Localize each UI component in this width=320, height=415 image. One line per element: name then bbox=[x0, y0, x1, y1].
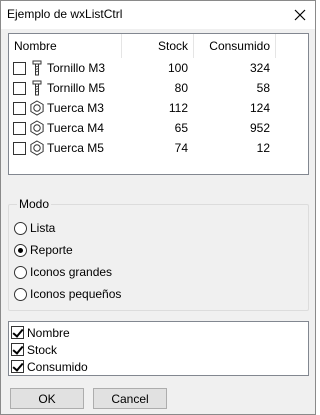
list-item-consumido[interactable]: Consumido bbox=[9, 358, 308, 375]
row-checkbox[interactable] bbox=[13, 122, 26, 135]
checkbox-label: Nombre bbox=[27, 326, 70, 340]
row-consumed: 124 bbox=[249, 101, 270, 115]
row-checkbox[interactable] bbox=[13, 62, 26, 75]
row-consumed: 324 bbox=[249, 61, 270, 75]
column-header-stock[interactable]: Stock bbox=[122, 34, 194, 58]
title-bar[interactable]: Ejemplo de wxListCtrl bbox=[1, 1, 315, 29]
list-item-nombre[interactable]: Nombre bbox=[9, 324, 308, 341]
list-item-stock[interactable]: Stock bbox=[9, 341, 308, 358]
row-consumed: 952 bbox=[249, 121, 270, 135]
radio-label: Iconos pequeños bbox=[30, 287, 122, 301]
column-header-consumido[interactable]: Consumido bbox=[194, 34, 276, 58]
row-checkbox[interactable] bbox=[13, 82, 26, 95]
column-header-filler bbox=[276, 34, 308, 58]
checkbox[interactable] bbox=[11, 343, 24, 356]
mode-group-label: Modo bbox=[17, 197, 52, 211]
checkbox-label: Stock bbox=[27, 343, 58, 357]
close-button[interactable] bbox=[285, 1, 315, 29]
list-row[interactable]: Tuerca M5 74 12 bbox=[9, 138, 308, 158]
row-name: Tornillo M5 bbox=[47, 81, 106, 95]
list-row[interactable]: Tuerca M4 65 952 bbox=[9, 118, 308, 138]
radio-button[interactable] bbox=[14, 288, 27, 301]
ok-button[interactable]: OK bbox=[10, 388, 84, 409]
nut-icon bbox=[30, 120, 44, 136]
nut-icon bbox=[30, 100, 44, 116]
list-row[interactable]: Tuerca M3 112 124 bbox=[9, 98, 308, 118]
radio-label: Iconos grandes bbox=[30, 265, 113, 279]
list-header: Nombre Stock Consumido bbox=[9, 34, 308, 58]
row-stock: 100 bbox=[167, 61, 188, 75]
report-list[interactable]: Nombre Stock Consumido Tornillo M3 100 3… bbox=[8, 33, 309, 175]
window-title: Ejemplo de wxListCtrl bbox=[7, 7, 123, 21]
checkbox-label: Consumido bbox=[27, 360, 88, 374]
column-header-nombre[interactable]: Nombre bbox=[9, 34, 122, 58]
row-stock: 112 bbox=[168, 101, 188, 115]
row-name: Tornillo M3 bbox=[47, 61, 106, 75]
row-checkbox[interactable] bbox=[13, 102, 26, 115]
radio-label: Lista bbox=[30, 221, 56, 235]
radio-button[interactable] bbox=[14, 222, 27, 235]
checkbox[interactable] bbox=[11, 326, 24, 339]
row-checkbox[interactable] bbox=[13, 142, 26, 155]
radio-label: Reporte bbox=[30, 243, 73, 257]
mode-group: Modo Lista Reporte Iconos grandes Iconos… bbox=[8, 197, 309, 311]
checkbox[interactable] bbox=[11, 360, 24, 373]
list-row[interactable]: Tornillo M3 100 324 bbox=[9, 58, 308, 78]
close-icon bbox=[294, 9, 306, 21]
row-stock: 65 bbox=[174, 121, 188, 135]
row-name: Tuerca M5 bbox=[47, 141, 104, 155]
row-stock: 74 bbox=[174, 141, 188, 155]
nut-icon bbox=[30, 140, 44, 156]
list-row[interactable]: Tornillo M5 80 58 bbox=[9, 78, 308, 98]
row-name: Tuerca M3 bbox=[47, 101, 104, 115]
row-consumed: 12 bbox=[256, 141, 270, 155]
cancel-button[interactable]: Cancel bbox=[93, 388, 167, 409]
dialog-window: Ejemplo de wxListCtrl Nombre Stock Consu… bbox=[0, 0, 316, 415]
column-visibility-list[interactable]: Nombre Stock Consumido bbox=[8, 321, 309, 376]
radio-button[interactable] bbox=[14, 266, 27, 279]
radio-button[interactable] bbox=[14, 244, 27, 257]
screw-icon bbox=[32, 80, 42, 96]
screw-icon bbox=[32, 60, 42, 76]
row-name: Tuerca M4 bbox=[47, 121, 104, 135]
row-consumed: 58 bbox=[256, 81, 270, 95]
row-stock: 80 bbox=[174, 81, 188, 95]
